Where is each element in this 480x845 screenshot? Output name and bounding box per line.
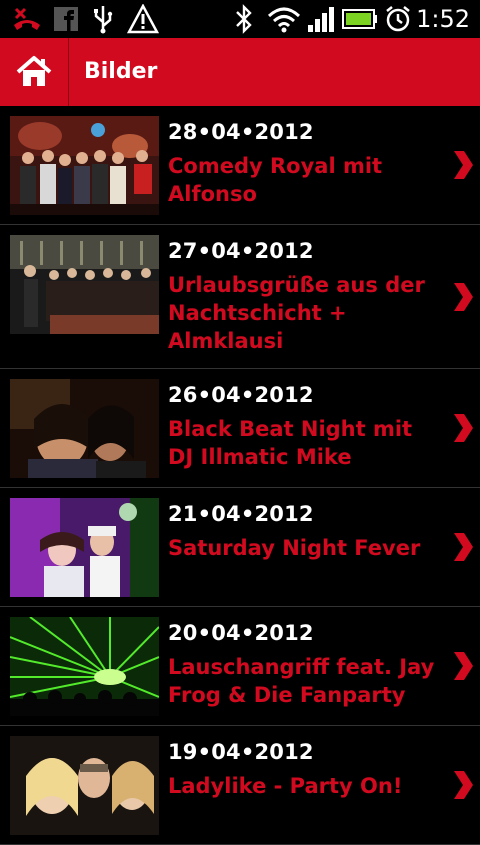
event-date: 26•04•2012 bbox=[168, 383, 314, 407]
event-title: Urlaubsgrüße aus der Nachtschicht + Almk… bbox=[168, 273, 425, 353]
chevron-right-icon bbox=[454, 771, 473, 799]
chevron-right-icon bbox=[454, 282, 473, 311]
signal-icon bbox=[306, 3, 336, 35]
home-button[interactable] bbox=[0, 38, 68, 106]
event-title: Lauschangriff feat. Jay Frog & Die Fanpa… bbox=[168, 655, 435, 707]
chevron-right-icon bbox=[454, 533, 473, 561]
usb-icon bbox=[88, 3, 118, 35]
event-thumbnail bbox=[10, 379, 159, 478]
event-date: 21•04•2012 bbox=[168, 502, 314, 526]
event-thumbnail bbox=[10, 498, 159, 597]
status-bar: 1:52 bbox=[0, 0, 480, 38]
event-date: 28•04•2012 bbox=[168, 120, 314, 144]
chevron-right-icon bbox=[454, 652, 473, 680]
chevron-right-icon bbox=[454, 414, 473, 442]
event-title: Ladylike - Party On! bbox=[168, 774, 403, 798]
battery-icon bbox=[342, 3, 378, 35]
event-thumbnail bbox=[10, 235, 159, 334]
alarm-clock-icon bbox=[384, 3, 412, 35]
gallery-list: 28•04•2012 Comedy Royal mit Alfonso 27•0… bbox=[0, 106, 480, 845]
list-item[interactable]: 19•04•2012 Ladylike - Party On! bbox=[0, 726, 480, 845]
event-date: 20•04•2012 bbox=[168, 621, 314, 645]
facebook-icon bbox=[52, 3, 80, 35]
home-icon bbox=[16, 56, 52, 86]
missed-call-icon bbox=[10, 3, 44, 35]
event-thumbnail bbox=[10, 736, 159, 835]
status-clock: 1:52 bbox=[416, 5, 470, 33]
warning-icon bbox=[126, 3, 160, 35]
event-title: Comedy Royal mit Alfonso bbox=[168, 154, 383, 206]
header-divider bbox=[68, 38, 69, 106]
wifi-icon bbox=[266, 3, 302, 35]
event-thumbnail bbox=[10, 617, 159, 716]
event-title: Saturday Night Fever bbox=[168, 536, 421, 560]
bluetooth-icon bbox=[232, 3, 256, 35]
list-item[interactable]: 21•04•2012 Saturday Night Fever bbox=[0, 488, 480, 607]
page-title: Bilder bbox=[84, 59, 158, 84]
list-item[interactable]: 27•04•2012 Urlaubsgrüße aus der Nachtsch… bbox=[0, 225, 480, 369]
app-header: Bilder bbox=[0, 38, 480, 106]
chevron-right-icon bbox=[454, 151, 473, 179]
event-thumbnail bbox=[10, 116, 159, 215]
list-item[interactable]: 28•04•2012 Comedy Royal mit Alfonso bbox=[0, 106, 480, 225]
list-item[interactable]: 20•04•2012 Lauschangriff feat. Jay Frog … bbox=[0, 607, 480, 726]
event-date: 19•04•2012 bbox=[168, 740, 314, 764]
event-title: Black Beat Night mit DJ Illmatic Mike bbox=[168, 417, 413, 469]
list-item[interactable]: 26•04•2012 Black Beat Night mit DJ Illma… bbox=[0, 369, 480, 488]
event-date: 27•04•2012 bbox=[168, 239, 314, 263]
